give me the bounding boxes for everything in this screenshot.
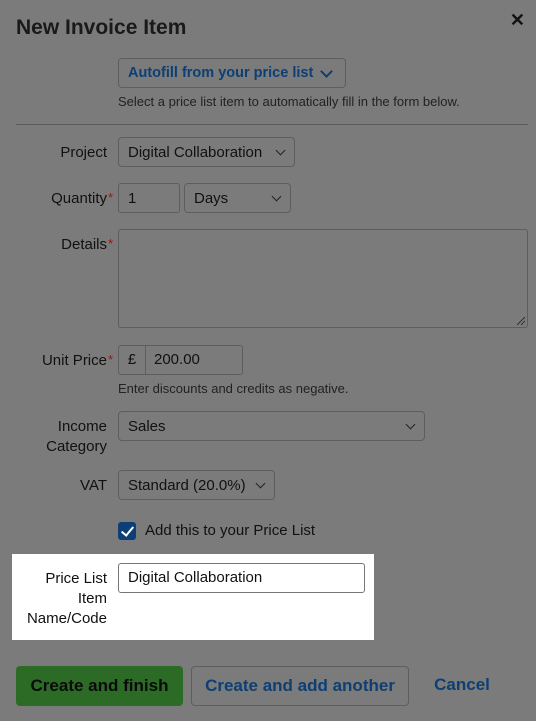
dialog-title: New Invoice Item	[16, 16, 187, 39]
new-invoice-item-dialog: New Invoice Item ✕ Autofill from your pr…	[0, 0, 536, 721]
income-category-value: Sales	[128, 418, 166, 435]
vat-select[interactable]: Standard (20.0%)	[118, 470, 275, 500]
unit-price-input-group: £ 200.00	[118, 345, 243, 375]
project-label: Project	[60, 144, 107, 161]
create-and-add-another-button[interactable]: Create and add another	[191, 666, 409, 706]
vat-label: VAT	[80, 477, 107, 494]
chevron-down-icon	[275, 145, 286, 156]
quantity-label: Quantity	[51, 190, 107, 207]
price-list-name-input[interactable]: Digital Collaboration	[118, 563, 365, 593]
quantity-input[interactable]: 1	[118, 183, 180, 213]
add-to-price-list-checkbox[interactable]	[118, 522, 136, 540]
autofill-hint: Select a price list item to automaticall…	[118, 94, 460, 109]
required-marker: *	[108, 352, 114, 367]
quantity-unit-value: Days	[194, 190, 229, 207]
price-list-name-label: Price List Item Name/Code	[26, 570, 107, 627]
create-and-finish-button[interactable]: Create and finish	[16, 666, 183, 706]
add-to-price-list-label[interactable]: Add this to your Price List	[145, 522, 315, 539]
chevron-down-icon	[320, 65, 333, 78]
quantity-unit-select[interactable]: Days	[184, 183, 291, 213]
currency-symbol: £	[119, 346, 146, 374]
unit-price-label: Unit Price	[41, 352, 107, 369]
price-list-name-value: Digital Collaboration	[128, 569, 263, 586]
quantity-value: 1	[128, 190, 137, 207]
chevron-down-icon	[271, 191, 282, 202]
unit-price-input[interactable]: 200.00	[146, 346, 242, 374]
chevron-down-icon	[255, 478, 266, 489]
resize-grip-icon[interactable]	[517, 317, 525, 325]
details-textarea[interactable]	[118, 229, 528, 328]
autofill-label: Autofill from your price list	[128, 65, 314, 81]
required-marker: *	[108, 190, 114, 205]
autofill-price-list-button[interactable]: Autofill from your price list	[118, 58, 346, 88]
divider	[16, 124, 528, 125]
unit-price-hint: Enter discounts and credits as negative.	[118, 381, 349, 396]
income-category-label: Income Category	[46, 418, 107, 455]
required-marker: *	[108, 236, 114, 251]
cancel-button[interactable]: Cancel	[422, 666, 502, 706]
project-value: Digital Collaboration	[128, 144, 263, 161]
details-label: Details	[61, 236, 107, 253]
income-category-select[interactable]: Sales	[118, 411, 425, 441]
vat-value: Standard (20.0%)	[128, 477, 246, 494]
close-icon[interactable]: ✕	[510, 10, 525, 31]
project-select[interactable]: Digital Collaboration	[118, 137, 295, 167]
chevron-down-icon	[405, 419, 416, 430]
